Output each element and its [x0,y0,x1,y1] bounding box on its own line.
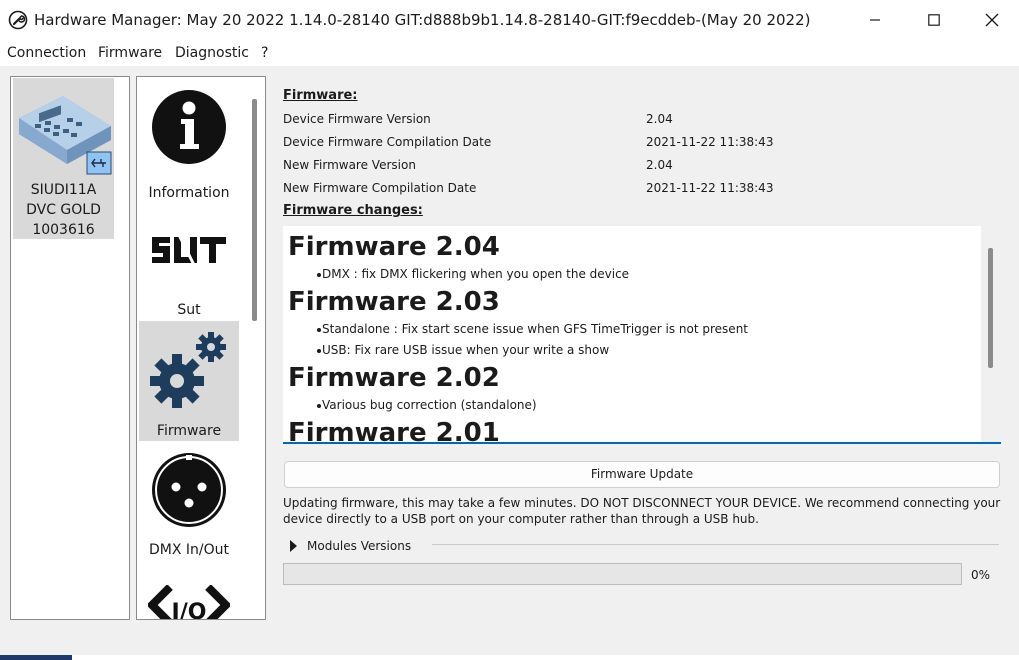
wrench-icon [8,10,28,30]
section-list-scrollbar[interactable] [252,99,257,321]
taskbar-edge [0,655,1019,660]
changelog-item: USB: Fix rare USB issue when your write … [288,340,978,361]
expand-arrow-icon [290,540,297,552]
close-icon [985,13,999,27]
minimize-button[interactable] [846,0,904,40]
information-icon [139,89,239,165]
maximize-button[interactable] [905,0,963,40]
changelog-title: Firmware 2.02 [288,363,500,393]
firmware-update-button[interactable]: Firmware Update [284,461,1000,488]
gears-icon [139,331,239,411]
new-version-label: New Firmware Version [283,158,416,172]
progress-percent: 0% [971,568,991,582]
device-list: SIUDI11A DVC GOLD 1003616 [10,76,130,620]
nav-label-information: Information [148,185,230,201]
nav-label-sut: Sut [177,302,201,318]
nav-item-sut[interactable]: Sut [139,201,239,321]
close-button[interactable] [963,0,1019,40]
nav-label-dmx: DMX In/Out [148,542,229,558]
io-icon: I/O [139,585,239,620]
changelog-item: Standalone : Fix start scene issue when … [288,319,978,340]
firmware-changes-box[interactable]: Firmware 2.04 DMX : fix DMX flickering w… [283,226,1001,444]
menu-firmware[interactable]: Firmware [98,44,162,62]
nav-label-firmware: Firmware [156,423,222,439]
taskbar-accent [0,655,72,660]
device-model: SIUDI11A [30,182,97,198]
device-version-label: Device Firmware Version [283,112,431,126]
changelog-title: Firmware 2.01 [288,418,500,444]
menu-help[interactable]: ? [261,44,268,62]
firmware-changes-list: Firmware 2.04 DMX : fix DMX flickering w… [288,230,978,444]
section-list: Information Sut Firmware DMX In/Out I/O [136,76,266,620]
menu-diagnostic[interactable]: Diagnostic [175,44,249,62]
firmware-heading: Firmware: [283,88,358,103]
changes-scrollbar-thumb[interactable] [988,248,993,368]
nav-item-information[interactable]: Information [139,81,239,201]
device-date-value: 2021-11-22 11:38:43 [646,135,774,149]
changes-heading: Firmware changes: [283,203,423,218]
svg-text:I/O: I/O [172,600,207,620]
nav-item-firmware[interactable]: Firmware [139,321,239,441]
usb-device-icon [19,96,112,175]
modules-versions-toggle[interactable]: Modules Versions [286,537,416,555]
window-title: Hardware Manager: May 20 2022 1.14.0-281… [34,11,811,29]
sut-logo-icon [139,231,239,267]
device-type: DVC GOLD [26,202,101,218]
new-version-value: 2.04 [646,158,673,172]
changelog-item: Various bug correction (standalone) [288,395,978,416]
minimize-icon [870,19,880,21]
device-date-label: Device Firmware Compilation Date [283,135,492,149]
changelog-item: DMX : fix DMX flickering when you open t… [288,264,978,285]
nav-item-io[interactable]: I/O [139,561,239,620]
changelog-title: Firmware 2.04 [288,232,500,262]
xlr-connector-icon [139,451,239,529]
modules-versions-label: Modules Versions [307,539,412,553]
menu-bar: Connection Firmware Diagnostic ? [0,40,1019,66]
changelog-title: Firmware 2.03 [288,287,500,317]
modules-divider [432,544,999,545]
hardware-manager-window: Hardware Manager: May 20 2022 1.14.0-281… [0,0,1019,660]
device-version-value: 2.04 [646,112,673,126]
menu-connection[interactable]: Connection [7,44,86,62]
title-bar[interactable]: Hardware Manager: May 20 2022 1.14.0-281… [0,0,1019,40]
update-warning: Updating firmware, this may take a few m… [283,496,1001,526]
update-progress-bar [283,563,962,585]
nav-item-dmx[interactable]: DMX In/Out [139,441,239,561]
device-serial: 1003616 [32,222,95,238]
new-date-value: 2021-11-22 11:38:43 [646,181,774,195]
maximize-icon [928,14,940,26]
device-card[interactable]: SIUDI11A DVC GOLD 1003616 [13,78,114,239]
new-date-label: New Firmware Compilation Date [283,181,477,195]
